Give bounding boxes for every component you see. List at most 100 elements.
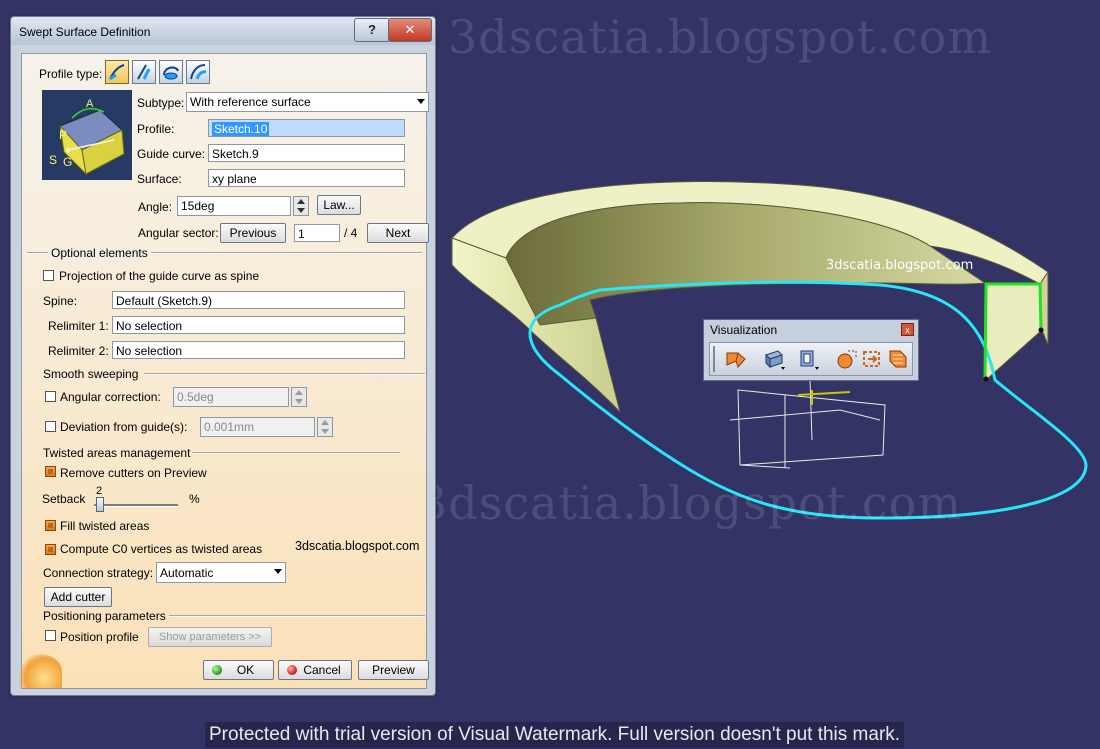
angular-correction-field[interactable]: 0.5deg: [173, 387, 289, 407]
deviation-label: Deviation from guide(s):: [60, 420, 188, 434]
watermark-view-text: 3dscatia.blogspot.com: [826, 258, 974, 273]
add-cutter-button[interactable]: Add cutter: [44, 587, 112, 607]
smooth-sweeping-title: Smooth sweeping: [43, 367, 139, 381]
sun-logo-icon: [18, 654, 62, 688]
setback-slider-handle[interactable]: [96, 497, 104, 512]
fill-twisted-checkbox[interactable]: [45, 520, 56, 531]
hide-show-icon[interactable]: [834, 347, 858, 371]
optional-elements-title: Optional elements: [48, 246, 151, 260]
sector-total: / 4: [344, 226, 358, 240]
show-parameters-button[interactable]: Show parameters >>: [148, 627, 272, 647]
line-profile-icon[interactable]: [132, 60, 156, 84]
profile-field[interactable]: Sketch.10: [208, 119, 405, 137]
connection-strategy-label: Connection strategy:: [43, 566, 154, 580]
visualization-close-button[interactable]: x: [901, 323, 914, 336]
relimiter1-field[interactable]: No selection: [112, 316, 405, 334]
ok-label: OK: [236, 663, 255, 677]
shading-icon[interactable]: [762, 347, 786, 371]
positioning-separator: [169, 615, 425, 617]
chevron-down-icon: [274, 569, 282, 574]
chevron-down-icon: [417, 99, 425, 104]
dialog-body: Profile type: A P S G Subtype: With refe…: [18, 53, 429, 689]
connection-strategy-value: Automatic: [160, 566, 214, 580]
close-button[interactable]: ✕: [388, 18, 432, 42]
angular-sector-label: Angular sector:: [138, 226, 219, 240]
view-mode-icon[interactable]: [796, 347, 820, 371]
subtype-value: With reference surface: [190, 95, 311, 109]
sketch-label-p: P: [59, 128, 67, 142]
ok-button[interactable]: OK: [203, 660, 274, 680]
deviation-field[interactable]: 0.001mm: [200, 417, 315, 437]
twisted-separator: [192, 452, 400, 454]
projection-checkbox[interactable]: [43, 270, 54, 281]
surface-field[interactable]: xy plane: [208, 169, 405, 187]
visualization-icon-bar: [709, 342, 913, 376]
circle-profile-icon[interactable]: [159, 60, 183, 84]
profile-value: Sketch.10: [212, 122, 270, 136]
spine-label: Spine:: [43, 294, 78, 308]
angle-label: Angle:: [138, 200, 173, 214]
visualization-toolbar[interactable]: Visualization x: [703, 319, 919, 381]
setback-unit: %: [189, 492, 200, 506]
deviation-checkbox[interactable]: [45, 421, 56, 432]
swept-surface-right: [984, 282, 1043, 382]
swap-visible-icon[interactable]: [860, 347, 884, 371]
quick-select-icon[interactable]: [886, 347, 910, 371]
profile-type-label: Profile type:: [39, 67, 103, 81]
sketch-label-s: S: [49, 153, 57, 167]
previous-button[interactable]: Previous: [220, 223, 286, 243]
trial-watermark: Protected with trial version of Visual W…: [205, 722, 905, 748]
twisted-areas-title: Twisted areas management: [43, 446, 191, 460]
sketch-label-g: G: [63, 155, 72, 169]
visualization-title: Visualization: [710, 323, 778, 337]
axis-marker: [797, 390, 851, 405]
position-profile-label: Position profile: [60, 630, 139, 644]
relimiter1-label: Relimiter 1:: [48, 319, 109, 333]
angle-field[interactable]: 15deg: [177, 196, 291, 216]
sketch-label-a: A: [86, 98, 94, 110]
guide-curve-label: Guide curve:: [137, 147, 206, 161]
relimiter2-field[interactable]: No selection: [112, 341, 405, 359]
dialog-title-bar: Swept Surface Definition ? ✕: [11, 17, 435, 45]
smooth-separator: [144, 373, 425, 375]
subtype-illustration: A P S G: [42, 90, 132, 180]
angle-spinner[interactable]: [293, 196, 309, 216]
cancel-button[interactable]: Cancel: [278, 660, 352, 680]
relimiter2-label: Relimiter 2:: [48, 344, 109, 358]
next-button[interactable]: Next: [367, 223, 429, 243]
watermark-bottom: 3dscatia.blogspot.com: [418, 476, 962, 530]
setback-slider-track[interactable]: [94, 504, 178, 507]
angular-correction-checkbox[interactable]: [45, 391, 56, 402]
connection-strategy-select[interactable]: Automatic: [156, 562, 286, 583]
compute-c0-label: Compute C0 vertices as twisted areas: [60, 542, 263, 556]
fly-mode-icon[interactable]: [724, 347, 748, 371]
cancel-label: Cancel: [303, 663, 341, 677]
law-button[interactable]: Law...: [317, 195, 361, 215]
conic-profile-icon[interactable]: [186, 60, 210, 84]
explicit-profile-icon[interactable]: [105, 60, 129, 84]
projection-label: Projection of the guide curve as spine: [59, 269, 260, 283]
watermark-dialog-text: 3dscatia.blogspot.com: [295, 539, 420, 553]
dialog-title: Swept Surface Definition: [19, 25, 151, 39]
compute-c0-checkbox[interactable]: [45, 544, 56, 555]
subtype-select[interactable]: With reference surface: [186, 92, 429, 112]
spine-field[interactable]: Default (Sketch.9): [112, 291, 405, 309]
plane-wireframe: [729, 379, 886, 469]
fill-twisted-label: Fill twisted areas: [60, 519, 150, 533]
angular-correction-spinner[interactable]: [291, 387, 307, 407]
guide-curve-field[interactable]: Sketch.9: [208, 144, 405, 162]
deviation-spinner[interactable]: [317, 417, 333, 437]
preview-button[interactable]: Preview: [358, 660, 429, 680]
positioning-title: Positioning parameters: [43, 609, 166, 623]
remove-cutters-label: Remove cutters on Preview: [60, 466, 207, 480]
help-button[interactable]: ?: [354, 18, 390, 42]
remove-cutters-checkbox[interactable]: [45, 466, 56, 477]
swept-surface-dialog: Swept Surface Definition ? ✕ Profile typ…: [10, 16, 436, 696]
position-profile-checkbox[interactable]: [45, 630, 56, 641]
sector-field[interactable]: 1: [294, 224, 340, 242]
setback-value: 2: [96, 485, 103, 497]
surface-label: Surface:: [137, 172, 182, 186]
profile-label: Profile:: [137, 122, 175, 136]
cancel-icon: [287, 665, 297, 675]
angular-correction-label: Angular correction:: [60, 390, 161, 404]
